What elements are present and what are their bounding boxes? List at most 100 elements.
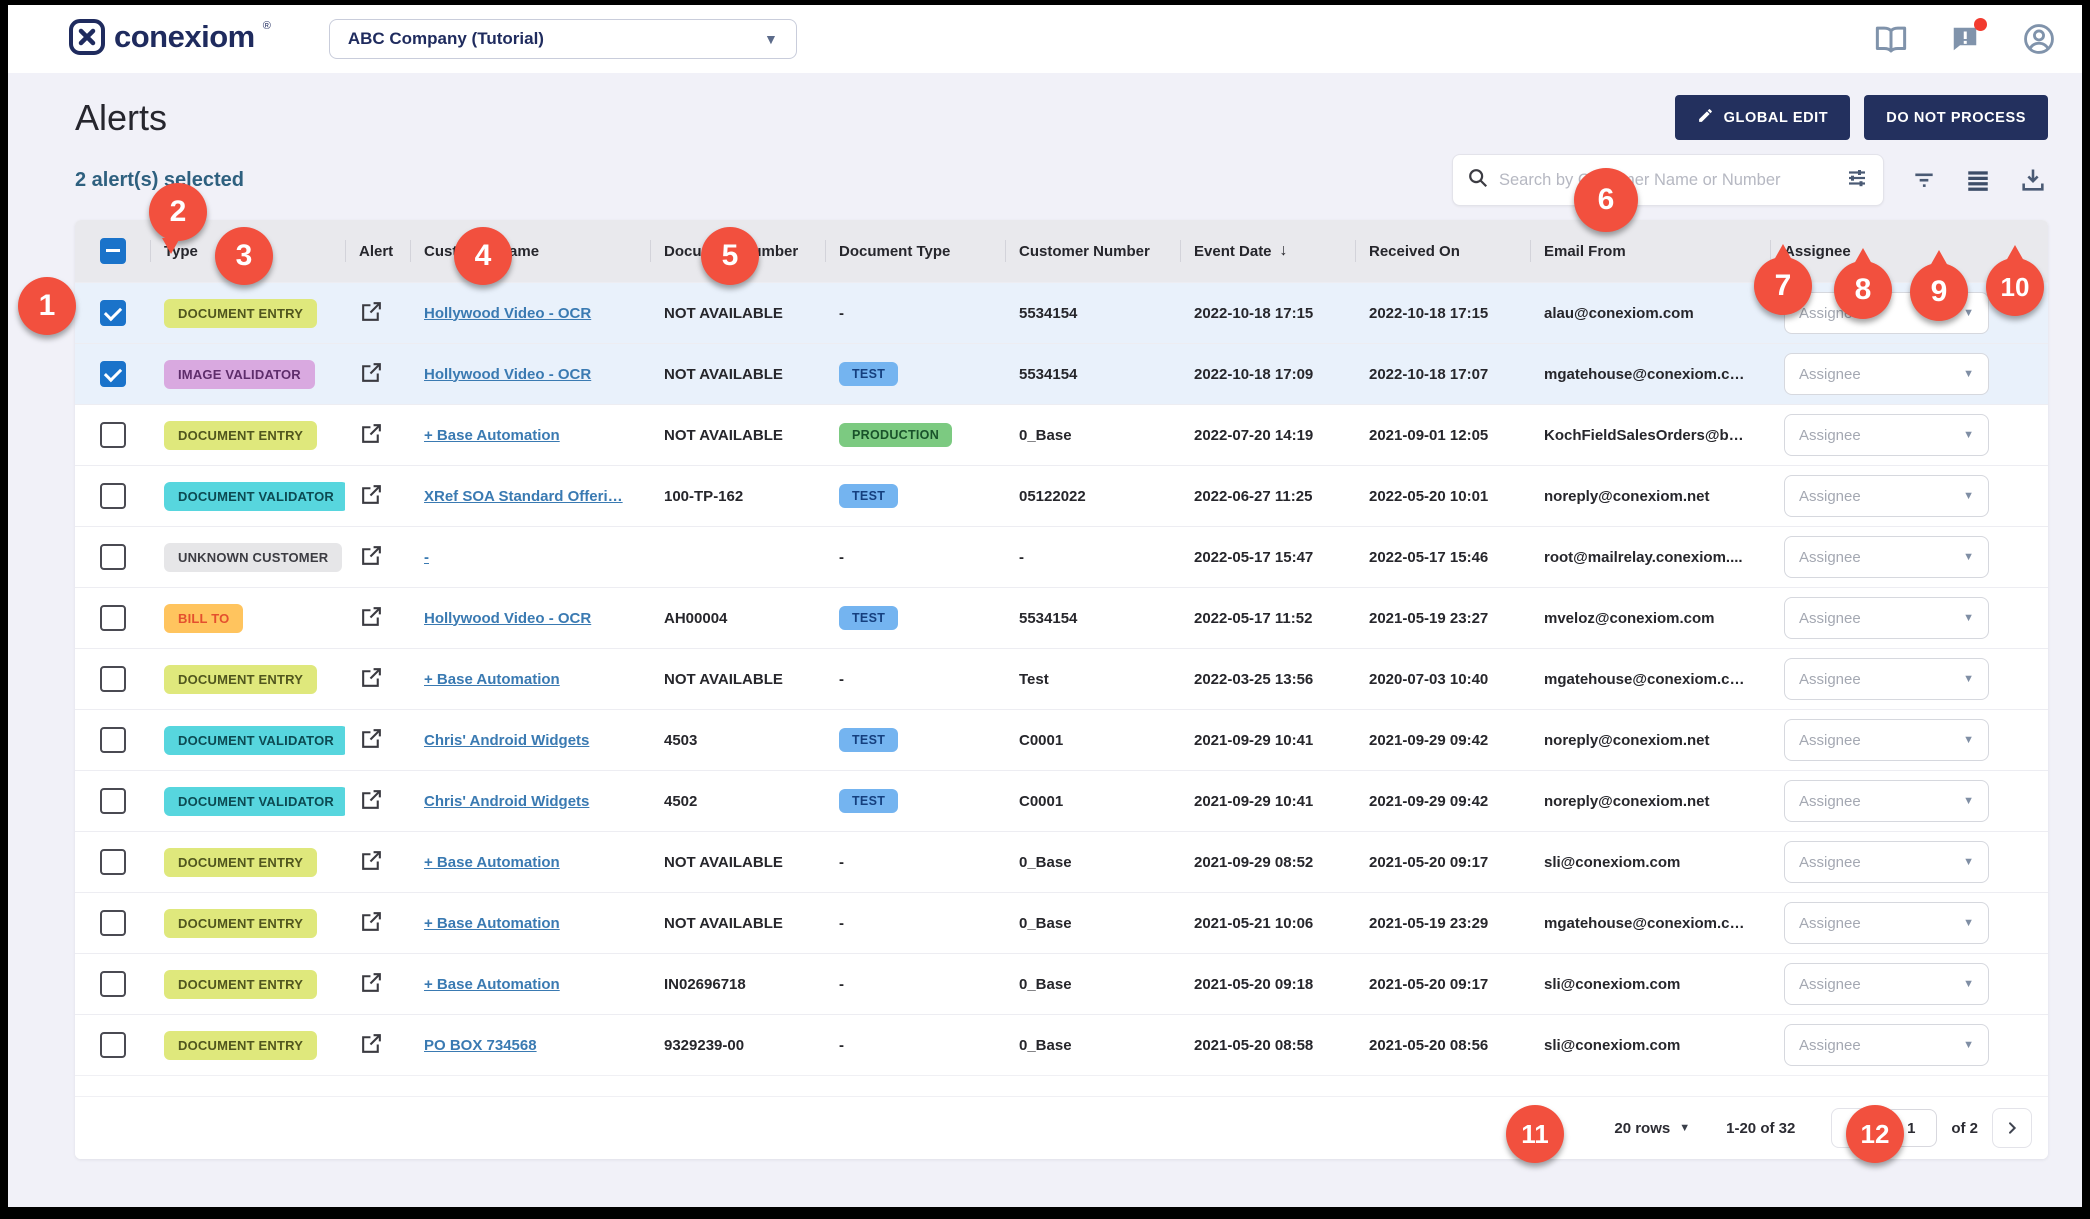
- customer-name-link[interactable]: Hollywood Video - OCR: [424, 366, 591, 383]
- search-box[interactable]: [1452, 154, 1884, 206]
- row-checkbox[interactable]: [100, 971, 126, 997]
- customer-name-link[interactable]: Chris' Android Widgets: [424, 732, 589, 749]
- assignee-select[interactable]: Assignee ▼: [1784, 841, 1989, 883]
- assignee-select[interactable]: Assignee ▼: [1784, 1024, 1989, 1066]
- account-icon[interactable]: [2022, 22, 2056, 56]
- advanced-search-tune-icon[interactable]: [1845, 166, 1869, 195]
- row-checkbox[interactable]: [100, 788, 126, 814]
- header-select-all[interactable]: [75, 220, 150, 282]
- rows-per-page-select[interactable]: 20 rows ▼: [1614, 1120, 1690, 1137]
- customer-number-cell: Test: [1005, 671, 1180, 688]
- assignee-value: Assignee: [1799, 549, 1861, 566]
- row-checkbox[interactable]: [100, 300, 126, 326]
- customer-name-link[interactable]: + Base Automation: [424, 427, 560, 444]
- assignee-value: Assignee: [1799, 488, 1861, 505]
- alert-launch-icon[interactable]: [359, 433, 384, 450]
- document-type-badge: TEST: [839, 789, 898, 813]
- row-checkbox[interactable]: [100, 727, 126, 753]
- assignee-select[interactable]: Assignee ▼: [1784, 963, 1989, 1005]
- assignee-select[interactable]: Assignee ▼: [1784, 475, 1989, 517]
- customer-name-link[interactable]: + Base Automation: [424, 671, 560, 688]
- row-checkbox[interactable]: [100, 483, 126, 509]
- company-selector[interactable]: ABC Company (Tutorial) ▼: [329, 19, 797, 59]
- row-checkbox[interactable]: [100, 605, 126, 631]
- assignee-select[interactable]: Assignee ▼: [1784, 902, 1989, 944]
- alert-launch-icon[interactable]: [359, 677, 384, 694]
- alert-launch-icon[interactable]: [359, 799, 384, 816]
- alert-launch-icon[interactable]: [359, 372, 384, 389]
- column-header-customer-name[interactable]: Customer Name: [410, 220, 650, 282]
- feedback-icon[interactable]: [1948, 22, 1982, 56]
- row-checkbox[interactable]: [100, 910, 126, 936]
- type-badge: DOCUMENT ENTRY: [164, 970, 317, 999]
- alert-launch-icon[interactable]: [359, 616, 384, 633]
- column-header-event-date[interactable]: Event Date↓: [1180, 220, 1355, 282]
- filter-icon[interactable]: [1910, 167, 1938, 193]
- row-density-icon[interactable]: [1964, 167, 1992, 193]
- assignee-select[interactable]: Assignee ▼: [1784, 658, 1989, 700]
- email-from-cell: sli@conexiom.com: [1530, 854, 1770, 871]
- column-header-customer-number[interactable]: Customer Number: [1005, 220, 1180, 282]
- customer-name-link[interactable]: PO BOX 734568: [424, 1037, 537, 1054]
- assignee-select[interactable]: Assignee ▼: [1784, 536, 1989, 578]
- search-input[interactable]: [1499, 171, 1835, 190]
- top-bar: conexiom ® ABC Company (Tutorial) ▼: [8, 5, 2082, 73]
- column-header-document-type[interactable]: Document Type: [825, 220, 1005, 282]
- customer-name-link[interactable]: Hollywood Video - OCR: [424, 305, 591, 322]
- alert-launch-icon[interactable]: [359, 738, 384, 755]
- row-checkbox[interactable]: [100, 361, 126, 387]
- row-checkbox[interactable]: [100, 544, 126, 570]
- column-header-document-number[interactable]: Document Number: [650, 220, 825, 282]
- document-number-cell: NOT AVAILABLE: [650, 915, 825, 932]
- assignee-select[interactable]: Assignee ▼: [1784, 719, 1989, 761]
- received-on-cell: 2022-10-18 17:07: [1355, 366, 1530, 383]
- event-date-cell: 2022-10-18 17:15: [1180, 305, 1355, 322]
- alert-launch-icon[interactable]: [359, 494, 384, 511]
- assignee-value: Assignee: [1799, 854, 1861, 871]
- customer-number-cell: C0001: [1005, 793, 1180, 810]
- next-page-button[interactable]: [1992, 1108, 2032, 1148]
- row-checkbox[interactable]: [100, 849, 126, 875]
- document-type-badge: TEST: [839, 362, 898, 386]
- download-icon[interactable]: [2018, 166, 2048, 194]
- column-header-email-from[interactable]: Email From: [1530, 220, 1770, 282]
- customer-name-link[interactable]: Hollywood Video - OCR: [424, 610, 591, 627]
- page-number-input[interactable]: [1885, 1109, 1937, 1147]
- alert-launch-icon[interactable]: [359, 555, 384, 572]
- alert-launch-icon[interactable]: [359, 1043, 384, 1060]
- customer-name-link[interactable]: + Base Automation: [424, 976, 560, 993]
- column-header-assignee[interactable]: Assignee: [1770, 220, 2048, 282]
- event-date-cell: 2022-06-27 11:25: [1180, 488, 1355, 505]
- received-on-cell: 2022-05-20 10:01: [1355, 488, 1530, 505]
- alert-launch-icon[interactable]: [359, 311, 384, 328]
- customer-name-link[interactable]: Chris' Android Widgets: [424, 793, 589, 810]
- column-header-type[interactable]: Type: [150, 220, 345, 282]
- column-header-received-on[interactable]: Received On: [1355, 220, 1530, 282]
- documentation-book-icon[interactable]: [1874, 22, 1908, 56]
- do-not-process-button[interactable]: DO NOT PROCESS: [1864, 95, 2048, 140]
- customer-name-link[interactable]: + Base Automation: [424, 915, 560, 932]
- row-checkbox[interactable]: [100, 1032, 126, 1058]
- assignee-select[interactable]: Assignee ▼: [1784, 414, 1989, 456]
- customer-number-cell: 5534154: [1005, 610, 1180, 627]
- alert-launch-icon[interactable]: [359, 921, 384, 938]
- alert-launch-icon[interactable]: [359, 860, 384, 877]
- customer-name-link[interactable]: XRef SOA Standard Offeri…: [424, 488, 623, 505]
- assignee-select[interactable]: Assignee ▼: [1784, 597, 1989, 639]
- assignee-select[interactable]: Assignee ▼: [1784, 780, 1989, 822]
- customer-number-cell: 0_Base: [1005, 427, 1180, 444]
- select-all-checkbox[interactable]: [100, 238, 126, 264]
- document-type-cell: -: [825, 976, 1005, 993]
- row-checkbox[interactable]: [100, 666, 126, 692]
- assignee-select[interactable]: Assignee ▼: [1784, 353, 1989, 395]
- previous-page-button[interactable]: [1831, 1108, 1871, 1148]
- global-edit-button[interactable]: GLOBAL EDIT: [1675, 95, 1851, 140]
- document-number-cell: NOT AVAILABLE: [650, 854, 825, 871]
- column-header-alert[interactable]: Alert: [345, 220, 410, 282]
- assignee-select[interactable]: Assignee ▼: [1784, 292, 1989, 334]
- alert-launch-icon[interactable]: [359, 982, 384, 999]
- customer-name-link[interactable]: -: [424, 549, 429, 566]
- chevron-down-icon: ▼: [1963, 917, 1974, 929]
- row-checkbox[interactable]: [100, 422, 126, 448]
- customer-name-link[interactable]: + Base Automation: [424, 854, 560, 871]
